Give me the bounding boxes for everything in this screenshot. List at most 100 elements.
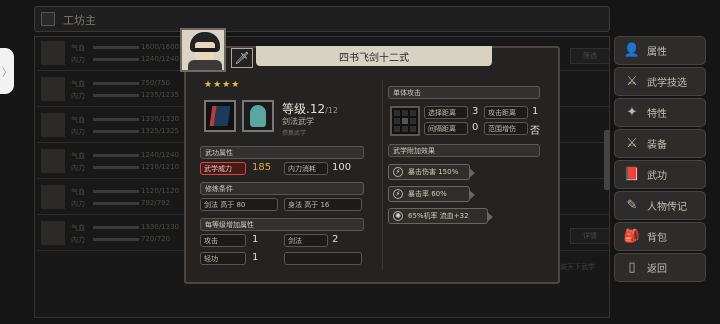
bleed-icon: ✺ xyxy=(393,211,403,221)
hp-label: 气血 xyxy=(71,80,85,88)
sidebar-item-attributes[interactable]: 👤 属性 xyxy=(614,36,706,65)
mp-label: 内力 xyxy=(71,200,85,208)
hp-value: 1240/1240 xyxy=(141,151,179,159)
bonus-lightness-label: 轻功 xyxy=(200,252,246,265)
mp-label: 内力 xyxy=(71,128,85,136)
avatar xyxy=(41,185,65,209)
level-max: /12 xyxy=(325,106,338,115)
skill-figure-icon xyxy=(242,100,274,132)
hp-bar xyxy=(93,190,139,193)
effect-text: 暴击率 60% xyxy=(408,190,447,198)
attr-header: 武功属性 xyxy=(200,146,364,159)
mp-value: 1210/1210 xyxy=(141,163,179,171)
select-range-label: 选择距离 xyxy=(424,106,468,119)
hp-label: 气血 xyxy=(71,188,85,196)
profile-icon: 👤 xyxy=(623,43,641,58)
sidebar-item-traits[interactable]: ✦ 特性 xyxy=(614,98,706,127)
interval-range-value: 0 xyxy=(472,122,479,133)
hp-bar xyxy=(93,46,139,49)
skill-select-icon: ⚔ xyxy=(626,74,638,89)
interval-range-label: 间隔距离 xyxy=(424,122,468,135)
bonus-header: 每等级增加属性 xyxy=(200,218,364,231)
top-bar-title: 工坊主 xyxy=(63,14,96,27)
req-header: 修练条件 xyxy=(200,182,364,195)
backpack-icon: 🎒 xyxy=(623,229,641,244)
sidebar-item-equipment[interactable]: ⚔ 装备 xyxy=(614,129,706,158)
level-label: 等级. xyxy=(282,102,310,116)
sidebar-item-skill-select[interactable]: ⚔ 武学技选 xyxy=(614,67,706,96)
chevron-right-icon: 〉 xyxy=(2,67,12,79)
sidebar-item-label: 人物传记 xyxy=(647,202,687,213)
effect-crit-damage: ⚡ 暴击伤害 150% xyxy=(388,164,475,180)
hp-bar xyxy=(93,82,139,85)
effect-crit-rate: ⚡ 暴击率 60% xyxy=(388,186,475,202)
hp-value: 1330/1330 xyxy=(141,223,179,231)
martial-arts-icon: 📕 xyxy=(623,167,641,182)
trait-icon: ✦ xyxy=(626,105,638,120)
effect-text: 暴击伤害 150% xyxy=(408,168,459,176)
sword-icon: 🗡 xyxy=(231,48,253,68)
star-rating: ★★★★ xyxy=(204,80,241,90)
details-button[interactable]: 详情 xyxy=(570,228,610,244)
mp-bar xyxy=(93,238,139,241)
edge-expand-tab[interactable]: 〉 xyxy=(0,48,14,94)
req-agility: 身法 高于 16 xyxy=(284,198,362,211)
effect-text: 65%机率 流血+32 xyxy=(408,212,469,220)
mp-value: 792/792 xyxy=(141,199,171,207)
sidebar-item-backpack[interactable]: 🎒 背包 xyxy=(614,222,706,251)
level-display: 等级.12/12 xyxy=(282,100,338,117)
area-damage-value: 否 xyxy=(530,126,540,137)
mp-bar xyxy=(93,58,139,61)
filter-button[interactable]: 筛选 xyxy=(570,48,610,64)
mp-bar xyxy=(93,166,139,169)
hp-value: 750/750 xyxy=(141,79,171,87)
equipment-icon: ⚔ xyxy=(626,136,638,151)
section-divider xyxy=(382,80,383,270)
attack-range-label: 攻击距离 xyxy=(484,106,528,119)
sidebar-item-label: 武功 xyxy=(647,171,667,182)
bottom-hint-text: 装天下武学 xyxy=(560,263,595,271)
avatar xyxy=(41,149,65,173)
menu-square-icon[interactable] xyxy=(41,12,55,26)
sidebar-item-label: 背包 xyxy=(647,233,667,244)
game-screen: 〉 工坊主 气血 内力 1600/1600 1240/1240 气血 内力 750/750… xyxy=(0,0,720,324)
avatar xyxy=(41,113,65,137)
effects-header: 武学附加效果 xyxy=(388,144,540,157)
bonus-sword-label: 剑法 xyxy=(284,234,328,247)
bonus-empty-slot xyxy=(284,252,362,265)
skill-card-body: ★★★★ 等级.12/12 剑法武学 攒集武学 武功属性 武学威力 185 内力… xyxy=(194,72,556,276)
hp-label: 气血 xyxy=(71,116,85,124)
avatar xyxy=(41,221,65,245)
bonus-lightness-value: 1 xyxy=(252,252,259,263)
mp-value: 1325/1325 xyxy=(141,127,179,135)
skill-subtype: 攒集武学 xyxy=(282,130,307,137)
mp-bar xyxy=(93,94,139,97)
return-icon: ▯ xyxy=(628,260,636,275)
top-bar: 工坊主 xyxy=(34,6,610,32)
mp-label: 内力 xyxy=(71,92,85,100)
hp-value: 1600/1600 xyxy=(141,43,179,51)
mp-bar xyxy=(93,130,139,133)
sidebar-item-return[interactable]: ▯ 返回 xyxy=(614,253,706,282)
attack-range-pattern xyxy=(390,106,420,136)
skill-type: 剑法武学 xyxy=(282,117,314,126)
hp-label: 气血 xyxy=(71,224,85,232)
sidebar-item-label: 属性 xyxy=(647,47,667,58)
crit-rate-icon: ⚡ xyxy=(393,189,403,199)
avatar xyxy=(41,77,65,101)
hp-label: 气血 xyxy=(71,44,85,52)
hp-bar xyxy=(93,226,139,229)
sidebar-item-martial-arts[interactable]: 📕 武功 xyxy=(614,160,706,189)
hp-value: 1120/1120 xyxy=(141,187,179,195)
attr-mp-cost-label: 内力消耗 xyxy=(284,162,328,175)
level-value: 12 xyxy=(309,102,326,116)
effect-bleed: ✺ 65%机率 流血+32 xyxy=(388,208,493,224)
mp-label: 内力 xyxy=(71,56,85,64)
sidebar-item-label: 武学技选 xyxy=(647,78,687,89)
biography-icon: ✎ xyxy=(626,198,638,213)
hp-value: 1330/1330 xyxy=(141,115,179,123)
hp-bar xyxy=(93,118,139,121)
attack-range-value: 1 xyxy=(532,106,539,117)
list-scrollbar[interactable] xyxy=(604,130,610,190)
sidebar-item-biography[interactable]: ✎ 人物传记 xyxy=(614,191,706,220)
